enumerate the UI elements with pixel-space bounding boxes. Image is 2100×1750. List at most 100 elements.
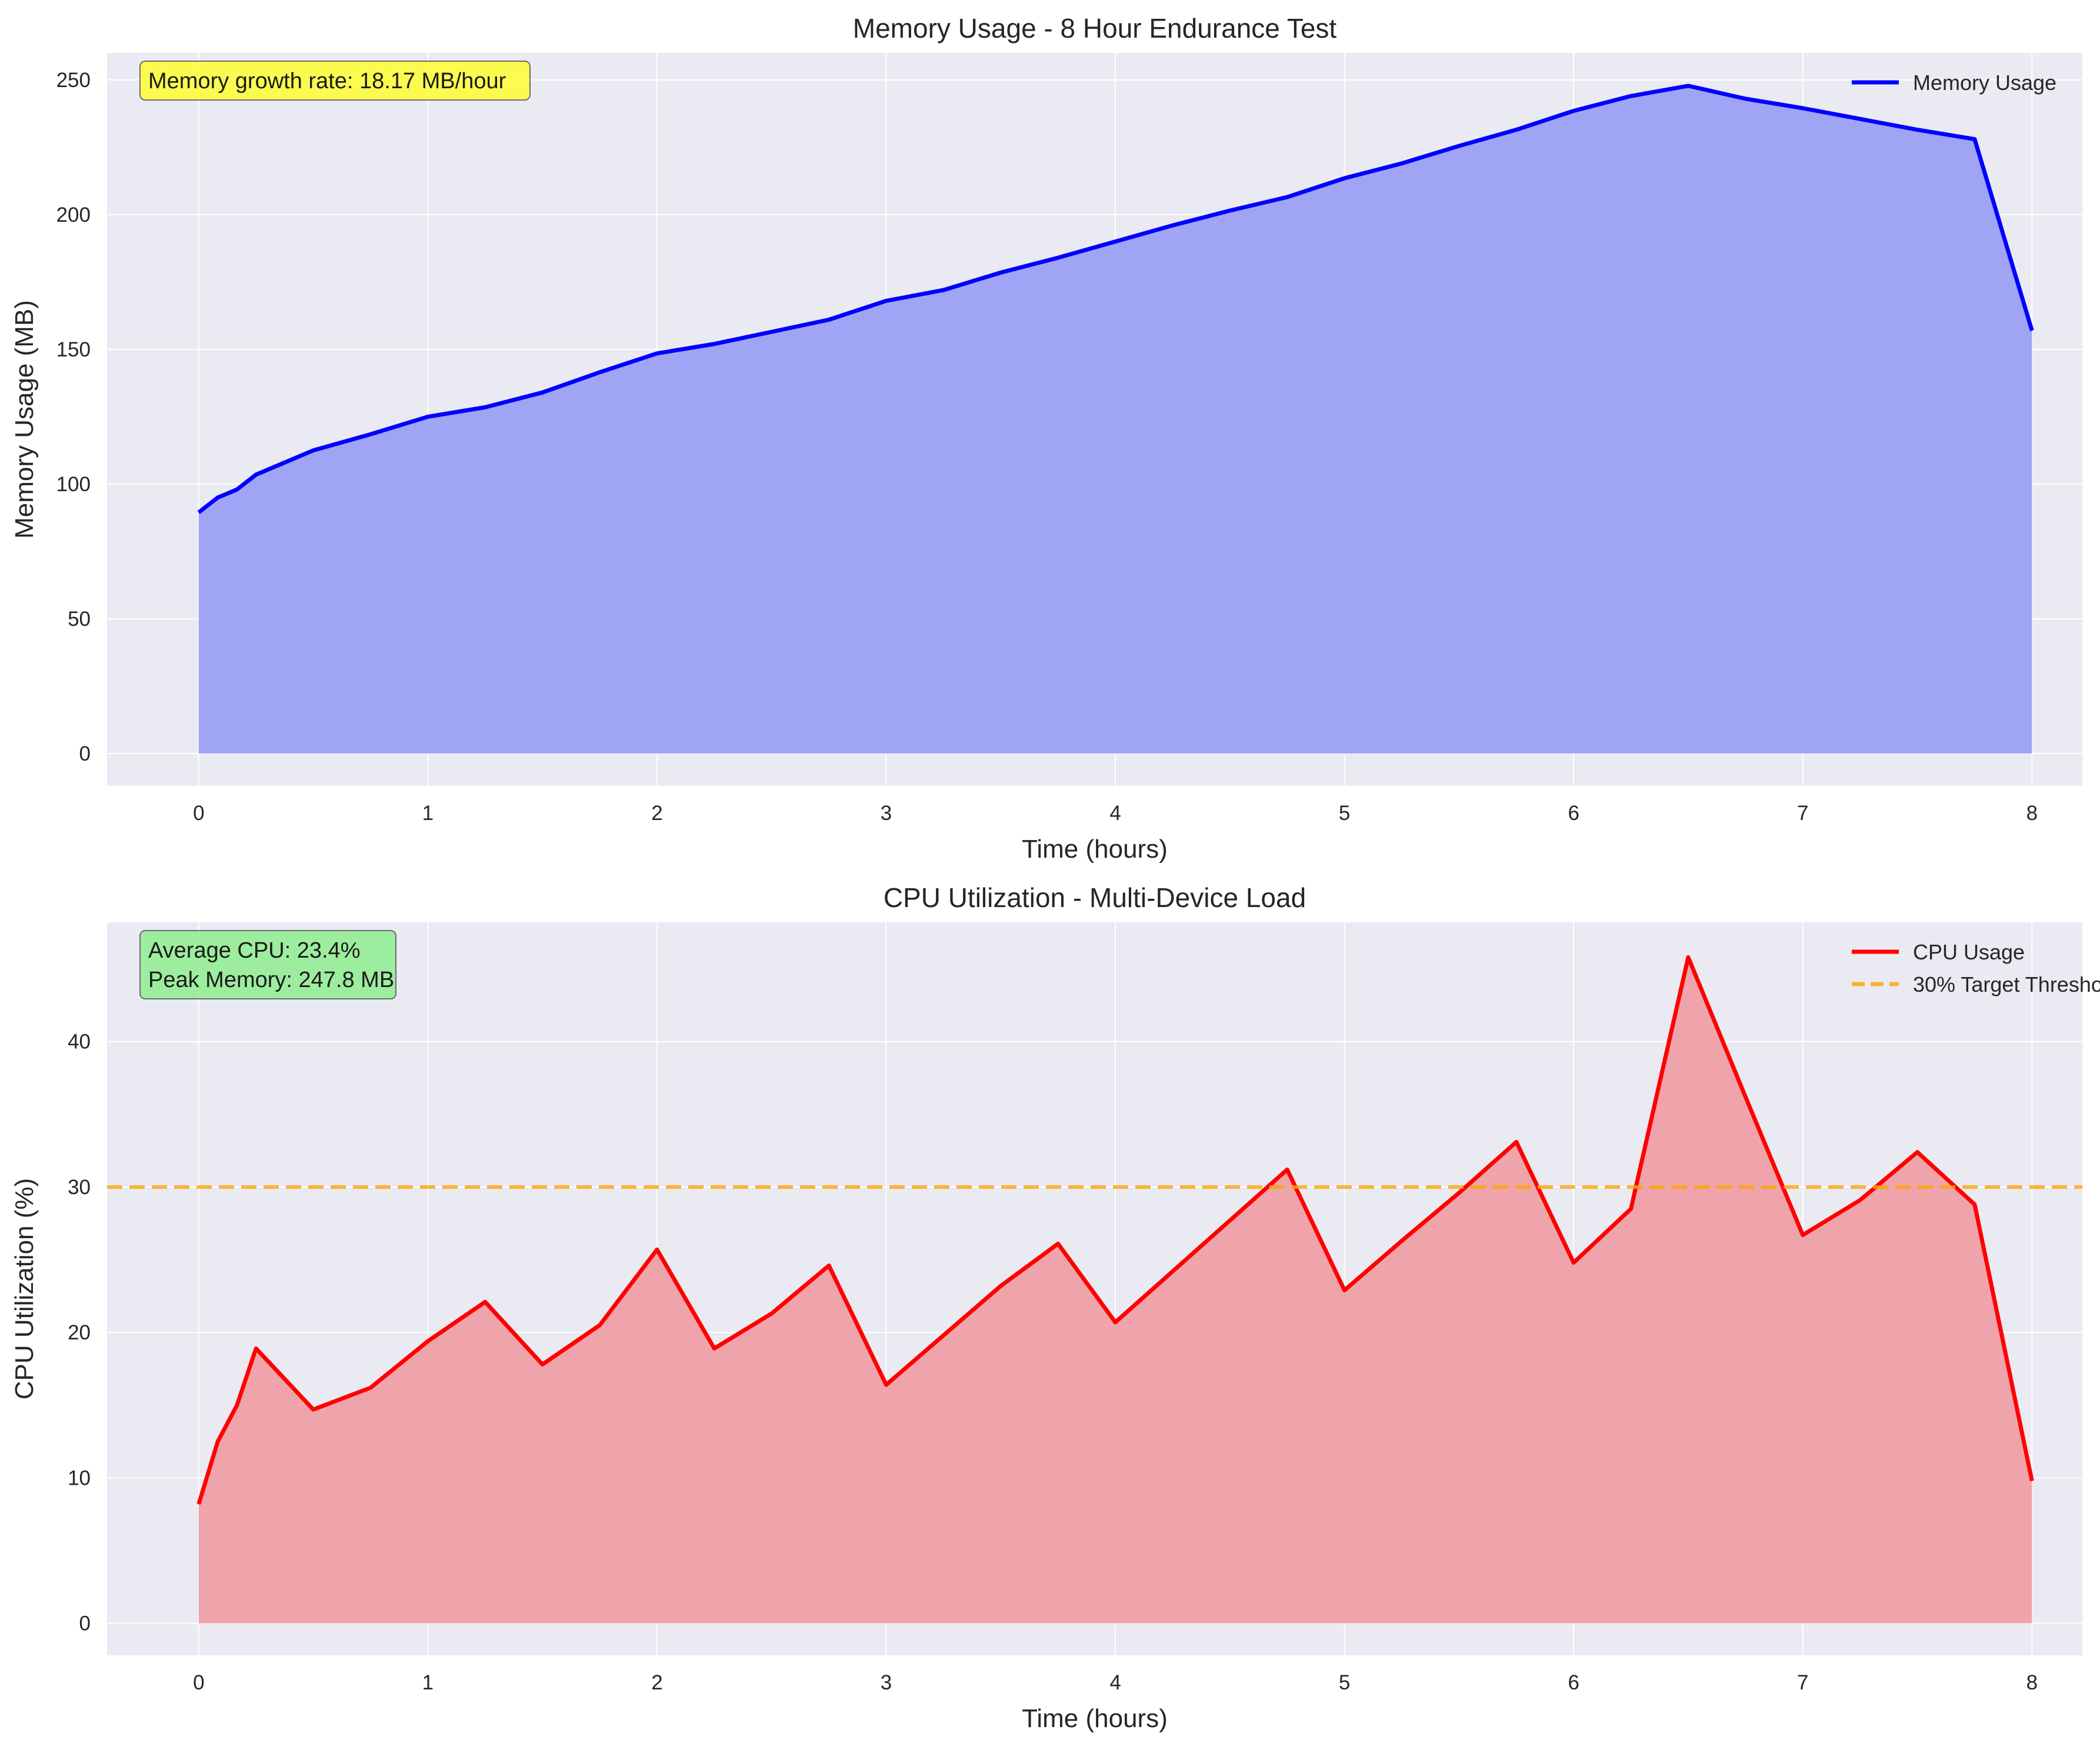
data-point (1115, 1322, 1116, 1323)
data-point (599, 372, 601, 373)
y-tick-label: 40 (68, 1031, 91, 1054)
data-point (370, 1387, 371, 1388)
data-point (1057, 1243, 1059, 1245)
chart-title: CPU Utilization - Multi-Device Load (884, 882, 1306, 913)
data-point (1802, 1234, 1804, 1236)
y-tick-label: 250 (56, 69, 91, 92)
x-tick-label: 4 (1109, 1671, 1121, 1694)
data-point (771, 331, 772, 332)
data-point (236, 489, 238, 490)
data-point (312, 1409, 314, 1410)
x-tick-label: 5 (1339, 802, 1350, 825)
data-point (2031, 330, 2033, 331)
data-point (1630, 1208, 1632, 1209)
x-tick-label: 2 (651, 1671, 662, 1694)
data-point (1688, 956, 1689, 958)
data-point (2031, 1480, 2033, 1482)
data-point (1000, 272, 1002, 274)
x-tick-label: 1 (422, 1671, 434, 1694)
data-point (714, 343, 715, 345)
data-point (1000, 1285, 1002, 1286)
x-tick-label: 6 (1568, 802, 1579, 825)
x-tick-label: 8 (2026, 802, 2038, 825)
x-tick-label: 3 (881, 1671, 892, 1694)
x-tick-label: 3 (881, 802, 892, 825)
annotation-text: Peak Memory: 247.8 MB (148, 968, 394, 992)
data-point (1916, 129, 1918, 131)
y-axis-label: CPU Utilization (%) (10, 1178, 39, 1400)
data-point (771, 1313, 772, 1314)
y-tick-label: 200 (56, 204, 91, 226)
data-point (1573, 1262, 1574, 1264)
data-point (427, 416, 429, 418)
data-point (1344, 178, 1345, 179)
data-point (1286, 1169, 1288, 1171)
x-axis-label: Time (hours) (1022, 835, 1168, 864)
data-point (1401, 163, 1402, 164)
x-tick-label: 1 (422, 802, 434, 825)
chart-title: Memory Usage - 8 Hour Endurance Test (853, 13, 1337, 44)
legend-label: Memory Usage (1913, 71, 2056, 95)
figure: 0 1 2 3 4 5 6 7 8 0 50 100 150 200 250 Memory Usage - 8… (0, 0, 2100, 1747)
data-point (236, 1404, 238, 1406)
data-point (1172, 1271, 1174, 1272)
y-tick-label: 10 (68, 1466, 91, 1489)
x-tick-label: 7 (1797, 1671, 1808, 1694)
data-point (943, 289, 944, 291)
data-point (1859, 118, 1861, 120)
data-point (484, 1301, 486, 1303)
data-point (1458, 145, 1460, 146)
data-point (1688, 85, 1689, 86)
data-point (1630, 95, 1632, 97)
data-point (1974, 1204, 1975, 1205)
x-tick-label: 0 (193, 1671, 204, 1694)
data-point (1401, 1240, 1402, 1242)
data-point (943, 1335, 944, 1336)
annotation-text: Average CPU: 23.4% (148, 938, 361, 963)
x-tick-label: 2 (651, 802, 662, 825)
data-point (1573, 110, 1574, 112)
data-point (427, 1341, 429, 1342)
data-point (255, 474, 257, 475)
data-point (198, 1504, 199, 1505)
data-point (542, 392, 543, 393)
data-point (217, 497, 218, 498)
data-point (656, 1249, 658, 1251)
x-tick-label: 0 (193, 802, 204, 825)
data-point (885, 1384, 887, 1385)
x-tick-label: 6 (1568, 1671, 1579, 1694)
figure-svg: 0 1 2 3 4 5 6 7 8050100150200250Memory Usage - 8… (10, 13, 2100, 1733)
legend-label: 30% Target Threshold (1913, 972, 2100, 996)
data-point (1515, 129, 1517, 131)
data-point (484, 406, 486, 408)
data-point (828, 319, 829, 321)
y-tick-label: 150 (56, 338, 91, 361)
y-tick-label: 30 (68, 1176, 91, 1199)
data-point (828, 1265, 829, 1266)
data-point (1115, 241, 1116, 242)
y-tick-label: 50 (68, 608, 91, 631)
data-point (1745, 98, 1746, 99)
x-axis-label: Time (hours) (1022, 1704, 1168, 1733)
chart-1: 0 1 2 3 4 5 6 7 8 0 50 100 150 200 250 Memory Usage - 8… (10, 13, 2082, 864)
data-point (1229, 210, 1231, 211)
y-tick-label: 20 (68, 1321, 91, 1344)
data-point (1172, 225, 1174, 226)
data-point (542, 1364, 543, 1365)
y-tick-label: 100 (56, 473, 91, 496)
x-tick-label: 7 (1797, 802, 1808, 825)
legend-label: CPU Usage (1913, 940, 2025, 964)
data-point (1057, 257, 1059, 258)
data-point (217, 1441, 218, 1442)
data-point (885, 300, 887, 302)
data-point (1974, 138, 1975, 140)
data-point (1515, 1141, 1517, 1143)
y-tick-label: 0 (79, 1612, 91, 1635)
data-point (1286, 196, 1288, 198)
data-point (1229, 1220, 1231, 1221)
y-axis-label: Memory Usage (MB) (10, 300, 39, 539)
data-point (599, 1325, 601, 1326)
data-point (1916, 1151, 1918, 1153)
y-tick-label: 0 (79, 742, 91, 765)
data-point (1745, 1096, 1746, 1098)
